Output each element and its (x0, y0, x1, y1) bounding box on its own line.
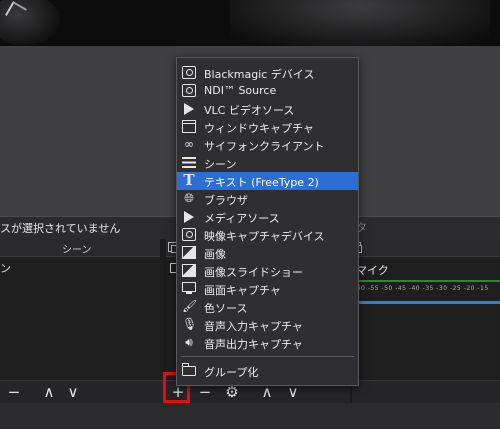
menu-item-label: 画像 (204, 248, 226, 261)
scenes-panel-title: シーン (62, 245, 92, 256)
microphone-icon: 🎙︎ (182, 317, 198, 331)
mixer-toolbar (352, 380, 500, 403)
menu-item-display-capture[interactable]: 画面キャプチャ (177, 280, 358, 298)
menu-item-window-capture[interactable]: ウィンドウキャプチャ (177, 118, 358, 136)
menu-item-label: NDI™ Source (204, 84, 277, 97)
scenes-list[interactable]: ン (0, 257, 163, 379)
menu-item-image[interactable]: 画像 (177, 244, 358, 262)
window-icon (182, 120, 196, 133)
menu-item-audio-output[interactable]: 🔊︎ 音声出力キャプチャ (177, 334, 358, 352)
camera-icon (182, 84, 196, 97)
mixer-panel-header (350, 239, 500, 257)
status-text: スが選択されていません (0, 222, 121, 235)
bottom-bar (0, 403, 500, 429)
meter-scale: -60 -55 -50 -45 -40 -35 -30 -25 -20 -15 (354, 285, 489, 292)
menu-item-browser[interactable]: 🌐︎ ブラウザ (177, 190, 358, 208)
menu-item-label: 画面キャプチャ (204, 284, 281, 297)
remove-scene-button[interactable]: − (5, 383, 23, 401)
menu-item-label: ブラウザ (204, 194, 248, 207)
menu-item-vlc-source[interactable]: VLC ビデオソース (177, 100, 358, 118)
menu-separator (181, 356, 354, 357)
camera-icon (182, 66, 196, 79)
menu-item-label: 色ソース (204, 302, 248, 315)
brush-icon: 🖌︎ (182, 299, 198, 313)
link-icon: ∞ (184, 137, 194, 151)
menu-item-label: VLC ビデオソース (204, 104, 295, 117)
menu-item-ndi-source[interactable]: NDI™ Source (177, 82, 358, 100)
play-icon (184, 103, 194, 115)
menu-item-label: サイフォンクライアント (204, 140, 325, 153)
camera-icon (182, 228, 196, 241)
add-source-menu: Blackmagic デバイス NDI™ Source VLC ビデオソース ウ… (176, 57, 359, 386)
scenes-panel-header: シーン (0, 239, 160, 257)
list-item[interactable]: ン (0, 260, 11, 276)
menu-item-label: Blackmagic デバイス (204, 68, 315, 81)
scenes-toolbar: − ∧ ∨ (0, 380, 163, 403)
list-icon (182, 156, 196, 169)
monitor-icon (182, 282, 196, 294)
menu-item-text-freetype[interactable]: T テキスト (FreeType 2) (177, 172, 358, 190)
image-icon (182, 246, 196, 259)
menu-item-media-source[interactable]: メディアソース (177, 208, 358, 226)
menu-item-label: グループ化 (204, 366, 259, 379)
speaker-icon: 🔊︎ (185, 335, 193, 349)
menu-item-scene[interactable]: シーン (177, 154, 358, 172)
menu-item-label: メディアソース (204, 212, 280, 225)
menu-item-label: テキスト (FreeType 2) (204, 176, 319, 189)
menu-item-video-capture[interactable]: 映像キャプチャデバイス (177, 226, 358, 244)
mixer-channel-label: マイク (356, 264, 389, 277)
move-down-button[interactable]: ∨ (64, 383, 82, 401)
menu-item-image-slideshow[interactable]: 画像スライドショー (177, 262, 358, 280)
preview-canvas (0, 0, 500, 46)
menu-item-label: ウィンドウキャプチャ (204, 122, 314, 135)
menu-item-label: 音声出力キャプチャ (204, 338, 303, 351)
menu-item-label: 音声入力キャプチャ (204, 320, 303, 333)
menu-item-label: シーン (204, 158, 237, 171)
slideshow-icon (182, 264, 196, 277)
audio-mixer: マイク -60 -55 -50 -45 -40 -35 -30 -25 -20 … (352, 257, 500, 379)
text-icon: T (183, 171, 195, 189)
menu-item-label: 画像スライドショー (204, 266, 303, 279)
menu-item-audio-input[interactable]: 🎙︎ 音声入力キャプチャ (177, 316, 358, 334)
preview-content (230, 0, 490, 46)
menu-item-label: 映像キャプチャデバイス (204, 230, 325, 243)
move-up-button[interactable]: ∧ (40, 383, 58, 401)
volume-slider[interactable] (352, 301, 500, 304)
menu-item-color-source[interactable]: 🖌︎ 色ソース (177, 298, 358, 316)
menu-item-group[interactable]: グループ化 (177, 362, 358, 380)
play-icon (184, 211, 194, 223)
group-icon (182, 363, 196, 376)
menu-item-blackmagic[interactable]: Blackmagic デバイス (177, 64, 358, 82)
menu-item-syphon-client[interactable]: ∞ サイフォンクライアント (177, 136, 358, 154)
globe-icon: 🌐︎ (184, 191, 194, 205)
